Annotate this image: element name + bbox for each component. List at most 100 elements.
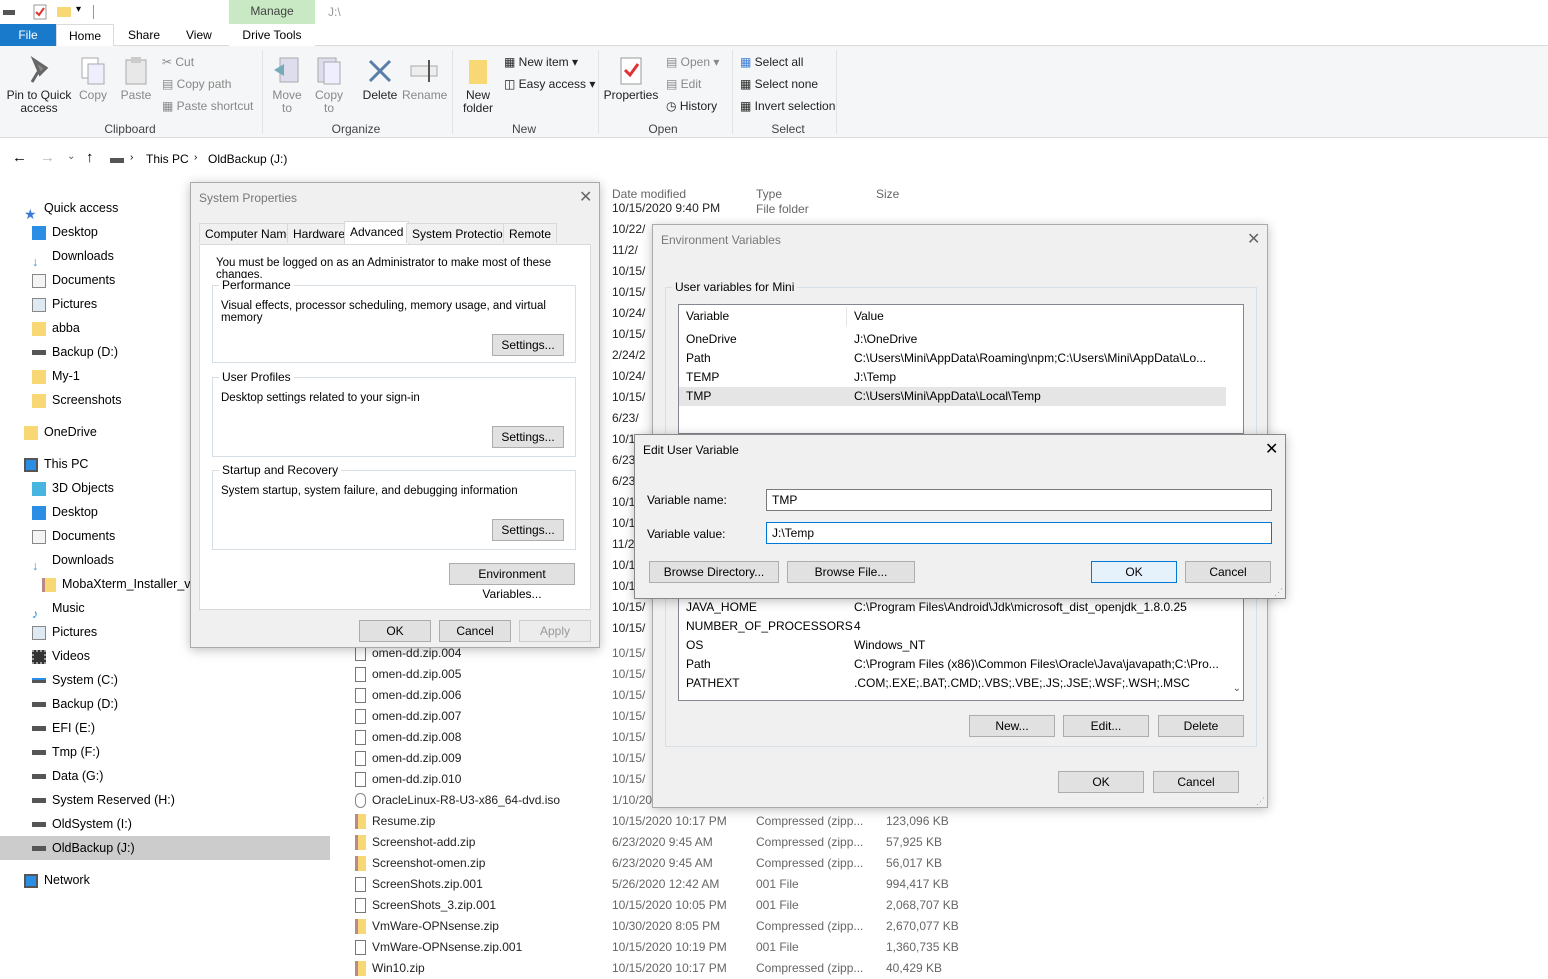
move-to-button[interactable]: Move to	[268, 56, 306, 115]
system-variable-row[interactable]: PATHEXT .COM;.EXE;.BAT;.CMD;.VBS;.VBE;.JS…	[679, 674, 1243, 693]
nav-item-oldbackup-j[interactable]: OldBackup (J:)	[32, 836, 135, 860]
nav-item-mobaxterm[interactable]: MobaXterm_Installer_v20	[42, 572, 192, 596]
properties-icon[interactable]	[33, 4, 47, 20]
close-icon[interactable]: ✕	[579, 187, 592, 207]
nav-item-quick-access[interactable]: ★ Quick access	[24, 196, 118, 222]
open-button[interactable]: ▤ Open ▾	[666, 52, 719, 72]
new-variable-button[interactable]: New...	[969, 715, 1055, 737]
nav-item-3d-objects[interactable]: 3D Objects	[32, 476, 114, 500]
copy-button[interactable]: Copy	[76, 56, 110, 102]
tab-hardware[interactable]: Hardware	[287, 223, 352, 243]
edit-variable-button[interactable]: Edit...	[1063, 715, 1149, 737]
tab-drive-tools[interactable]: Drive Tools	[229, 24, 315, 46]
easy-access-button[interactable]: ◫ Easy access ▾	[504, 74, 595, 94]
nav-item-music[interactable]: ♪ Music	[32, 596, 85, 621]
nav-item-system-c[interactable]: System (C:)	[32, 668, 118, 692]
variable-name-input[interactable]: TMP	[766, 489, 1272, 511]
tab-share[interactable]: Share	[116, 24, 172, 46]
resize-grip-icon[interactable]: ⋰	[1274, 587, 1283, 598]
variable-value-input[interactable]: J:\Temp	[766, 522, 1272, 544]
delete-variable-button[interactable]: Delete	[1158, 715, 1244, 737]
new-folder-button[interactable]: New folder	[458, 56, 498, 115]
user-variable-row[interactable]: Path C:\Users\Mini\AppData\Roaming\npm;C:…	[679, 349, 1226, 368]
breadcrumb-this-pc[interactable]: This PC	[146, 152, 189, 166]
paste-shortcut-button[interactable]: ▦ Paste shortcut	[162, 96, 253, 116]
system-variable-row[interactable]: OS Windows_NT	[679, 636, 1243, 655]
nav-item-screenshots[interactable]: Screenshots	[32, 388, 121, 412]
nav-item-efi-e[interactable]: EFI (E:)	[32, 716, 95, 740]
file-row[interactable]: Win10.zip 10/15/2020 10:17 PM Compressed (…	[340, 958, 960, 979]
tab-view[interactable]: View	[174, 24, 224, 46]
chevron-right-icon[interactable]: ›	[194, 152, 197, 163]
nav-item-onedrive[interactable]: OneDrive	[24, 420, 97, 444]
breadcrumb-drive[interactable]: OldBackup (J:)	[208, 152, 287, 166]
nav-item-downloads-pc[interactable]: ↓ Downloads	[32, 548, 114, 573]
nav-item-oldsystem-i[interactable]: OldSystem (I:)	[32, 812, 132, 836]
system-variable-row[interactable]: Path C:\Program Files (x86)\Common Files\…	[679, 655, 1243, 674]
profiles-settings-button[interactable]: Settings...	[492, 426, 564, 448]
close-icon[interactable]: ✕	[1247, 229, 1260, 249]
edit-button[interactable]: ▤ Edit	[666, 74, 701, 94]
nav-item-tmp-f[interactable]: Tmp (F:)	[32, 740, 100, 764]
forward-arrow-icon[interactable]: →	[40, 149, 55, 166]
tab-file[interactable]: File	[0, 24, 56, 46]
copy-path-button[interactable]: ▤ Copy path	[162, 74, 231, 94]
select-all-button[interactable]: ▦ Select all	[740, 52, 803, 72]
file-row[interactable]: VmWare-OPNsense.zip 10/30/2020 8:05 PM Com…	[340, 916, 960, 937]
browse-file-button[interactable]: Browse File...	[787, 561, 915, 583]
address-bar[interactable]: › This PC › OldBackup (J:)	[104, 146, 1548, 172]
system-variables-list[interactable]: DriverDataC:\Windows\System32\Drivers\Dr…	[678, 587, 1244, 701]
header-value[interactable]: Value	[846, 307, 884, 326]
tab-home[interactable]: Home	[56, 24, 114, 47]
apply-button[interactable]: Apply	[519, 620, 591, 642]
nav-item-desktop-pc[interactable]: Desktop	[32, 500, 98, 524]
rename-button[interactable]: Rename	[402, 56, 447, 102]
nav-item-network[interactable]: Network	[24, 868, 90, 892]
new-item-button[interactable]: ▦ New item ▾	[504, 52, 578, 72]
file-row[interactable]: Screenshot-omen.zip 6/23/2020 9:45 AM Comp…	[340, 853, 960, 874]
nav-item-system-reserved-h[interactable]: System Reserved (H:)	[32, 788, 175, 812]
close-icon[interactable]: ✕	[1265, 439, 1278, 459]
environment-variables-button[interactable]: Environment Variables...	[449, 563, 575, 601]
user-variable-row[interactable]: TEMP J:\Temp	[679, 368, 1226, 387]
nav-item-videos[interactable]: Videos	[32, 644, 90, 668]
invert-selection-button[interactable]: ▦ Invert selection	[740, 96, 835, 116]
file-row[interactable]: ScreenShots.zip.001 5/26/2020 12:42 AM 001…	[340, 874, 960, 895]
nav-item-pictures-pc[interactable]: Pictures	[32, 620, 97, 644]
user-variables-list[interactable]: Variable Value OneDrive J:\OneDrive Path C:…	[678, 304, 1244, 434]
cancel-button[interactable]: Cancel	[1185, 561, 1271, 583]
tab-computer-name[interactable]: Computer Name	[199, 223, 300, 243]
system-variable-row[interactable]: JAVA_HOME C:\Program Files\Android\Jdk\mi…	[679, 598, 1243, 617]
file-row[interactable]: ScreenShots_3.zip.001 10/15/2020 10:05 PM…	[340, 895, 960, 916]
nav-item-backup-d[interactable]: Backup (D:)	[32, 340, 118, 364]
ok-button[interactable]: OK	[1091, 561, 1177, 583]
pin-quick-access-button[interactable]: Pin to Quick access	[4, 55, 74, 115]
copy-to-button[interactable]: Copy to	[310, 56, 348, 115]
nav-item-downloads[interactable]: ↓ Downloads	[32, 244, 114, 269]
cancel-button[interactable]: Cancel	[439, 620, 511, 642]
nav-item-pictures[interactable]: Pictures	[32, 292, 97, 316]
history-button[interactable]: ◷ History	[666, 96, 717, 116]
customize-qat-icon[interactable]: ▾	[76, 4, 81, 15]
nav-item-documents[interactable]: Documents	[32, 268, 115, 292]
system-variable-row[interactable]: NUMBER_OF_PROCESSORS 4	[679, 617, 1243, 636]
file-row[interactable]: VmWare-OPNsense.zip.001 10/15/2020 10:19 …	[340, 937, 960, 958]
tab-remote[interactable]: Remote	[503, 223, 558, 243]
cut-button[interactable]: ✂ Cut	[162, 52, 194, 72]
ok-button[interactable]: OK	[359, 620, 431, 642]
ok-button[interactable]: OK	[1058, 771, 1144, 793]
tab-advanced[interactable]: Advanced	[344, 221, 410, 244]
paste-button[interactable]: Paste	[118, 56, 154, 102]
column-size[interactable]: Size	[876, 187, 899, 201]
browse-directory-button[interactable]: Browse Directory...	[649, 561, 779, 583]
nav-item-desktop[interactable]: Desktop	[32, 220, 98, 244]
resize-grip-icon[interactable]: ⋰	[1256, 796, 1265, 807]
cancel-button[interactable]: Cancel	[1153, 771, 1239, 793]
up-arrow-icon[interactable]: ↑	[86, 149, 94, 166]
nav-item-this-pc[interactable]: This PC	[24, 452, 88, 476]
manage-contextual-tab[interactable]: Manage	[229, 0, 315, 24]
delete-button[interactable]: Delete	[358, 56, 402, 102]
column-type[interactable]: Type	[756, 187, 782, 201]
tab-system-protection[interactable]: System Protection	[406, 223, 516, 243]
scroll-down-icon[interactable]: ⌄	[1233, 683, 1241, 694]
